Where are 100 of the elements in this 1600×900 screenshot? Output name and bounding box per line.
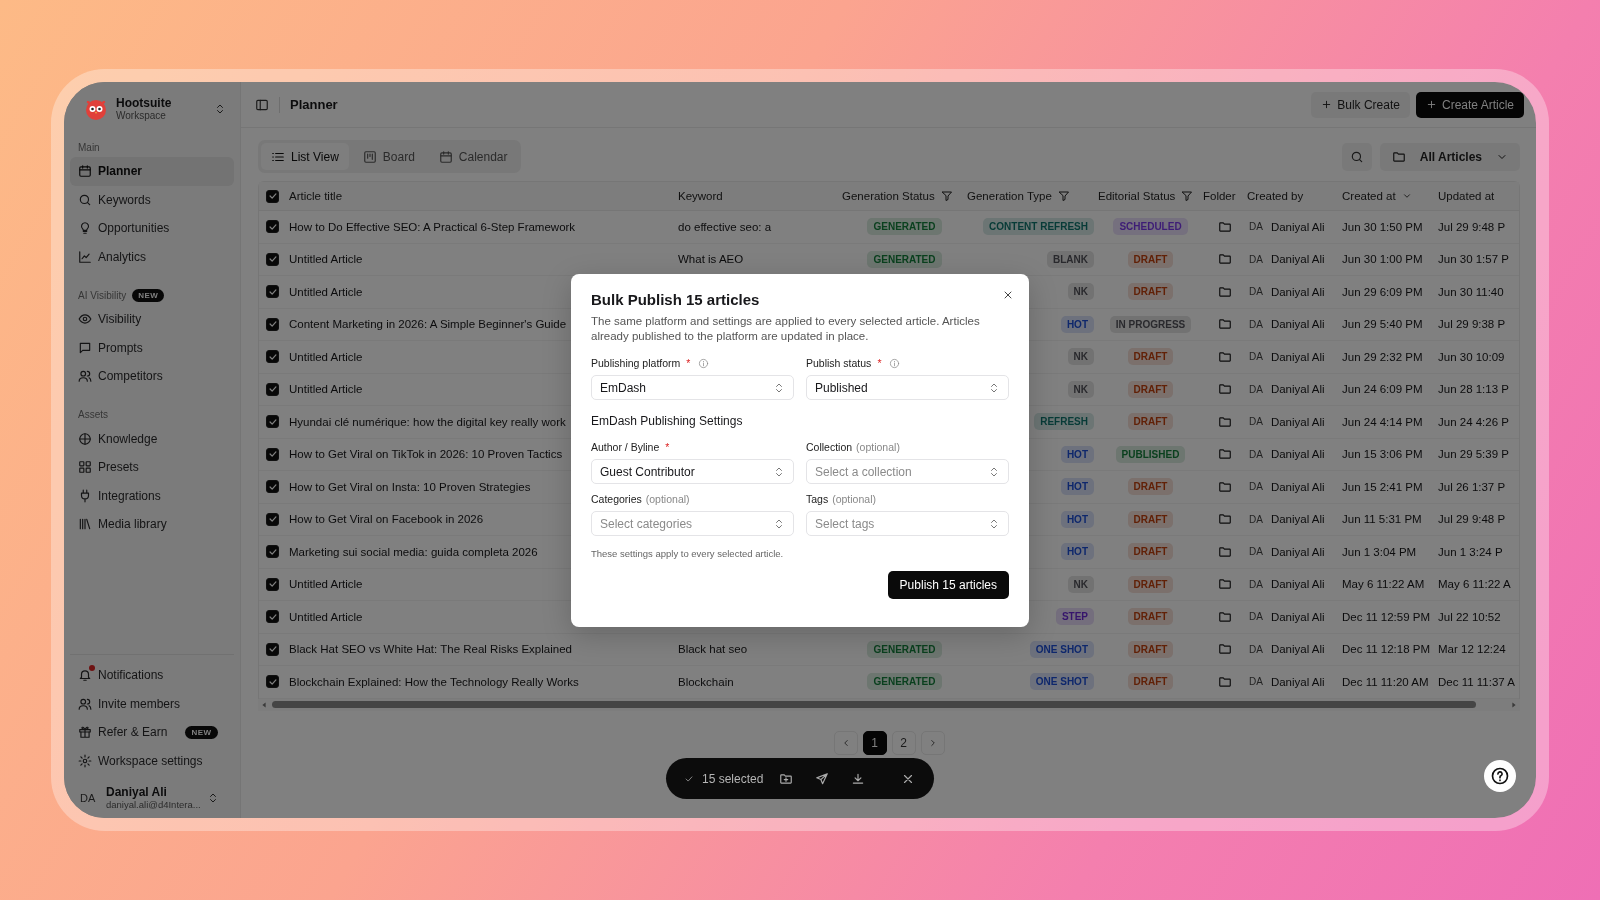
field-label: Publish status <box>806 357 872 369</box>
select-field[interactable]: Published <box>806 375 1009 400</box>
row-checkbox[interactable] <box>266 577 279 591</box>
folder-icon[interactable] <box>1218 284 1232 299</box>
filter-icon[interactable] <box>940 190 953 202</box>
folder-plus-icon[interactable] <box>779 771 794 786</box>
column-header[interactable]: Article title <box>289 190 343 202</box>
folder-dropdown[interactable]: All Articles <box>1379 142 1520 171</box>
select-field[interactable]: EmDash <box>591 375 794 400</box>
row-checkbox[interactable] <box>266 252 279 266</box>
filter-icon[interactable] <box>1181 190 1194 202</box>
scrollbar-thumb[interactable] <box>272 701 1476 708</box>
row-checkbox[interactable] <box>266 480 279 494</box>
new-badge: NEW <box>132 288 165 302</box>
folder-icon[interactable] <box>1218 674 1232 689</box>
sidebar-item[interactable]: Prompts <box>70 333 234 362</box>
folder-icon[interactable] <box>1218 642 1232 657</box>
search-button[interactable] <box>1341 142 1372 171</box>
column-header[interactable]: Generation Type <box>967 190 1052 202</box>
optional-hint: (optional) <box>645 493 690 505</box>
folder-icon[interactable] <box>1218 349 1232 364</box>
select-field[interactable]: Guest Contributor <box>591 459 794 484</box>
create-button[interactable]: Create Article <box>1415 91 1524 118</box>
sidebar-item[interactable]: Knowledge <box>70 424 234 453</box>
folder-icon[interactable] <box>1218 609 1232 624</box>
folder-icon[interactable] <box>1218 479 1232 494</box>
sidebar-item[interactable]: Integrations <box>70 481 234 510</box>
folder-icon[interactable] <box>1218 447 1232 462</box>
row-checkbox[interactable] <box>266 285 279 299</box>
folder-icon[interactable] <box>1218 512 1232 527</box>
row-checkbox[interactable] <box>266 642 279 656</box>
status-badge: DRAFT <box>1127 543 1174 561</box>
publish-button[interactable]: Publish 15 articles <box>887 571 1009 599</box>
chevron-down-icon[interactable] <box>1401 191 1412 201</box>
folder-icon[interactable] <box>1218 382 1232 397</box>
sidebar-item[interactable]: Analytics <box>70 242 234 271</box>
sidebar-item[interactable]: Media library <box>70 510 234 539</box>
sidebar-item[interactable]: Competitors <box>70 362 234 391</box>
column-header[interactable]: Editorial Status <box>1098 190 1176 202</box>
table-cell: Daniyal Ali <box>1270 383 1325 396</box>
close-icon[interactable] <box>1002 289 1014 301</box>
row-checkbox[interactable] <box>266 350 279 364</box>
info-icon[interactable] <box>889 357 901 369</box>
row-checkbox[interactable] <box>266 675 279 689</box>
folder-icon[interactable] <box>1218 219 1232 234</box>
select-field[interactable]: Select categories <box>591 511 794 536</box>
check-icon <box>684 773 694 784</box>
row-checkbox[interactable] <box>266 610 279 624</box>
folder-icon[interactable] <box>1218 252 1232 267</box>
download-icon[interactable] <box>851 771 866 786</box>
folder-icon[interactable] <box>1218 317 1232 332</box>
column-header[interactable]: Updated at <box>1438 190 1495 202</box>
select-field[interactable]: Select a collection <box>806 459 1009 484</box>
row-checkbox[interactable] <box>266 447 279 461</box>
sidebar-item[interactable]: Opportunities <box>70 214 234 243</box>
scroll-right-icon[interactable] <box>1510 700 1518 709</box>
status-badge: DRAFT <box>1127 640 1174 658</box>
scroll-left-icon[interactable] <box>260 700 268 709</box>
sidebar-item[interactable]: Workspace settings <box>70 746 234 775</box>
status-badge: GENERATED <box>867 673 942 691</box>
type-badge: BLANK <box>1047 250 1094 268</box>
info-icon[interactable] <box>698 357 710 369</box>
sidebar-item[interactable]: Notifications <box>70 661 234 690</box>
column-header[interactable]: Created by <box>1247 190 1304 202</box>
column-header[interactable]: Folder <box>1203 190 1236 202</box>
view-tab[interactable]: List View <box>261 143 349 170</box>
send-icon[interactable] <box>815 771 830 786</box>
table-cell: Jul 29 9:48 P <box>1438 513 1506 526</box>
type-badge: HOT <box>1060 510 1094 528</box>
row-checkbox[interactable] <box>266 317 279 331</box>
column-header[interactable]: Generation Status <box>842 190 935 202</box>
column-header[interactable]: Keyword <box>678 190 723 202</box>
sidebar-item[interactable]: Visibility <box>70 305 234 334</box>
chevron-updown-icon[interactable] <box>214 102 226 115</box>
folder-icon[interactable] <box>1218 544 1232 559</box>
sidebar-item[interactable]: Planner <box>70 157 234 186</box>
sidebar-toggle-icon[interactable] <box>255 97 269 112</box>
select-all-checkbox[interactable] <box>266 189 279 203</box>
chevron-updown-icon <box>988 381 1000 394</box>
view-tab[interactable]: Board <box>352 143 425 170</box>
filter-icon[interactable] <box>1057 190 1070 202</box>
page-button[interactable]: 2 <box>891 730 916 755</box>
sidebar-item[interactable]: Keywords <box>70 185 234 214</box>
bulk-create-button[interactable]: Bulk Create <box>1311 91 1410 118</box>
type-badge: CONTENT REFRESH <box>983 218 1094 236</box>
row-checkbox[interactable] <box>266 220 279 234</box>
folder-icon[interactable] <box>1218 577 1232 592</box>
view-tab[interactable]: Calendar <box>428 143 518 170</box>
row-checkbox[interactable] <box>266 545 279 559</box>
folder-icon[interactable] <box>1218 414 1232 429</box>
sidebar-item[interactable]: Refer & Earn NEW <box>70 718 234 747</box>
page-button[interactable]: 1 <box>862 730 887 755</box>
row-checkbox[interactable] <box>266 415 279 429</box>
row-checkbox[interactable] <box>266 512 279 526</box>
table-cell: Daniyal Ali <box>1270 285 1325 298</box>
row-checkbox[interactable] <box>266 382 279 396</box>
select-field[interactable]: Select tags <box>806 511 1009 536</box>
column-header[interactable]: Created at <box>1342 190 1396 202</box>
sidebar-item[interactable]: Presets <box>70 453 234 482</box>
sidebar-item[interactable]: Invite members <box>70 689 234 718</box>
